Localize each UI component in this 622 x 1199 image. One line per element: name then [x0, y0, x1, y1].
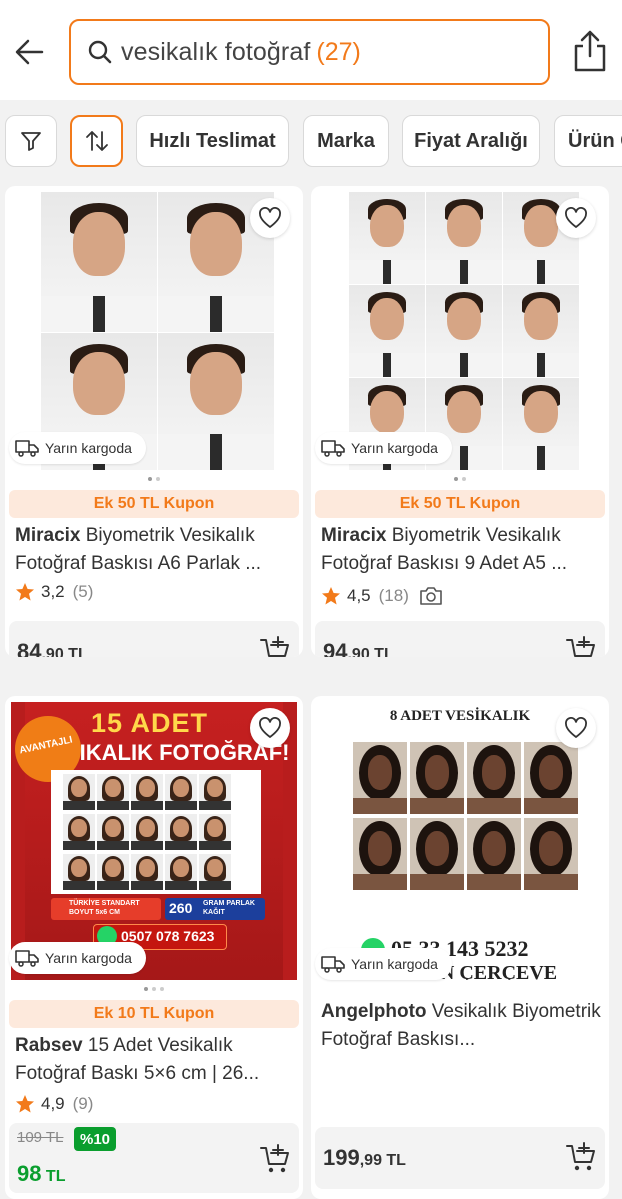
back-arrow-icon[interactable]	[12, 34, 48, 70]
discount-badge: %10	[74, 1127, 117, 1151]
image-phone: 0507 078 7623	[121, 928, 215, 944]
old-price: 109 TL	[17, 1129, 64, 1146]
image-headline: 15 ADET	[91, 708, 209, 738]
product-brand: Rabsev	[15, 1035, 83, 1056]
shipping-badge: Yarın kargoda	[9, 942, 146, 974]
shipping-label: Yarın kargoda	[45, 950, 132, 966]
price-box: 109 TL %10 98 TL	[9, 1123, 299, 1193]
coupon-badge: Ek 50 TL Kupon	[9, 490, 299, 518]
shipping-badge: Yarın kargoda	[315, 432, 452, 464]
filter-chip-price-range[interactable]: Fiyat Aralığı	[402, 115, 540, 167]
star-icon	[16, 583, 34, 601]
share-icon[interactable]	[570, 28, 610, 74]
image-pager-dots	[5, 987, 303, 991]
price: 199,99 TL	[323, 1145, 406, 1170]
filter-button[interactable]	[5, 115, 57, 167]
top-bar: vesikalık fotoğraf (27)	[0, 0, 622, 100]
review-count: (18)	[378, 586, 409, 605]
product-title[interactable]: Angelphoto Vesikalık Biyometrik Fotoğraf…	[321, 998, 601, 1054]
rating: 4,5 (18)	[321, 586, 443, 606]
truck-icon	[15, 440, 39, 457]
heart-icon[interactable]	[556, 708, 596, 748]
price: 94,90 TL	[323, 639, 394, 657]
product-brand: Miracix	[15, 525, 81, 546]
rating-value: 4,9	[41, 1094, 65, 1113]
add-to-cart-icon[interactable]	[565, 1141, 597, 1173]
result-count: (27)	[316, 37, 361, 66]
heart-icon[interactable]	[250, 198, 290, 238]
product-image[interactable]	[317, 192, 603, 470]
search-query: vesikalık fotoğraf	[121, 37, 311, 66]
price-box: 84,90 TL	[9, 621, 299, 657]
image-pager-dots	[311, 477, 609, 481]
funnel-icon	[21, 132, 41, 151]
product-image[interactable]: 15 ADET SIKALIK FOTOĞRAF! AVANTAJLI TÜRK…	[11, 702, 297, 980]
product-title[interactable]: Miracix Biyometrik Vesikalık Fotoğraf Ba…	[321, 522, 601, 578]
rating: 3,2 (5)	[15, 582, 93, 602]
shipping-label: Yarın kargoda	[351, 440, 438, 456]
rating-value: 3,2	[41, 582, 65, 601]
heart-icon[interactable]	[556, 198, 596, 238]
filter-chip-product[interactable]: Ürün C	[554, 115, 622, 167]
price: 98 TL	[17, 1161, 66, 1186]
product-title[interactable]: Rabsev 15 Adet Vesikalık Fotoğraf Baskı …	[15, 1032, 295, 1088]
rating-value: 4,5	[347, 586, 371, 605]
heart-icon[interactable]	[250, 708, 290, 748]
price-box: 94,90 TL	[315, 621, 605, 657]
add-to-cart-icon[interactable]	[259, 635, 291, 657]
product-card[interactable]: Yarın kargoda Ek 50 TL Kupon Miracix Biy…	[5, 186, 303, 657]
image-pager-dots	[5, 477, 303, 481]
price-box: 199,99 TL	[315, 1127, 605, 1189]
shipping-badge: Yarın kargoda	[9, 432, 146, 464]
truck-icon	[321, 440, 345, 457]
add-to-cart-icon[interactable]	[565, 635, 597, 657]
filter-bar: Hızlı Teslimat Marka Fiyat Aralığı Ürün …	[0, 100, 622, 182]
coupon-badge: Ek 10 TL Kupon	[9, 1000, 299, 1028]
product-brand: Angelphoto	[321, 1001, 427, 1022]
truck-icon	[321, 956, 345, 973]
product-brand: Miracix	[321, 525, 387, 546]
shipping-label: Yarın kargoda	[351, 956, 438, 972]
image-spec-size: TÜRKİYE STANDART BOYUT 5x6 CM	[69, 900, 140, 916]
shipping-badge: Yarın kargoda	[315, 948, 452, 980]
star-icon	[16, 1095, 34, 1113]
coupon-badge: Ek 50 TL Kupon	[315, 490, 605, 518]
image-subline: SIKALIK FOTOĞRAF!	[65, 740, 290, 765]
sort-button[interactable]	[70, 115, 123, 167]
search-input[interactable]: vesikalık fotoğraf (27)	[69, 19, 550, 85]
product-image[interactable]	[11, 192, 297, 470]
review-count: (5)	[72, 582, 94, 601]
filter-chip-fast-delivery[interactable]: Hızlı Teslimat	[136, 115, 289, 167]
search-icon	[87, 39, 113, 65]
product-image[interactable]: 8 ADET VESİKALIK 05 33 143 5232 ZERİN ÇE…	[317, 702, 603, 980]
shipping-label: Yarın kargoda	[45, 440, 132, 456]
price: 84,90 TL	[17, 639, 88, 657]
sort-arrows-icon	[85, 131, 108, 151]
star-icon	[322, 587, 340, 605]
image-spec-paper-weight: 260	[169, 900, 193, 916]
truck-icon	[15, 950, 39, 967]
image-spec-paper: GRAM PARLAK KAĞIT	[203, 900, 255, 916]
product-card[interactable]: 15 ADET SIKALIK FOTOĞRAF! AVANTAJLI TÜRK…	[5, 696, 303, 1199]
camera-icon	[420, 587, 442, 605]
review-count: (9)	[72, 1094, 94, 1113]
add-to-cart-icon[interactable]	[259, 1143, 291, 1175]
product-title[interactable]: Miracix Biyometrik Vesikalık Fotoğraf Ba…	[15, 522, 295, 578]
product-card[interactable]: Yarın kargoda Ek 50 TL Kupon Miracix Biy…	[311, 186, 609, 657]
rating: 4,9 (9)	[15, 1094, 93, 1114]
product-card[interactable]: 8 ADET VESİKALIK 05 33 143 5232 ZERİN ÇE…	[311, 696, 609, 1199]
filter-chip-brand[interactable]: Marka	[303, 115, 389, 167]
